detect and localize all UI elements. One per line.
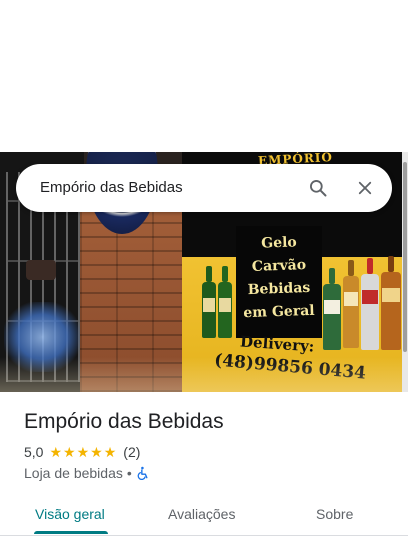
- bottle-whisky: [343, 260, 359, 348]
- tab-bar: Visão geral Avaliações Sobre: [0, 496, 408, 536]
- panel-scrollbar[interactable]: [402, 152, 408, 392]
- rating-value: 5,0: [24, 444, 44, 460]
- search-button[interactable]: [302, 172, 334, 204]
- bottle-green: [218, 266, 232, 338]
- map-area: [0, 0, 408, 152]
- close-button[interactable]: [349, 172, 381, 204]
- category-row: Loja de bebidas •: [24, 465, 150, 481]
- star-icon: ★: [90, 444, 103, 460]
- star-icon: ★: [103, 444, 117, 460]
- search-icon: [310, 180, 327, 197]
- sign-line: Carvão: [251, 257, 307, 275]
- bottle-gin: [323, 268, 341, 350]
- photo-light: [0, 357, 402, 392]
- sign-line: Gelo: [260, 234, 298, 252]
- search-input[interactable]: Empório das Bebidas: [40, 179, 183, 196]
- tab-about[interactable]: Sobre: [316, 506, 353, 522]
- place-category[interactable]: Loja de bebidas: [24, 465, 123, 481]
- separator-dot: •: [126, 465, 132, 481]
- sign-lines: Gelo Carvão Bebidas em Geral: [236, 232, 322, 324]
- search-box[interactable]: Empório das Bebidas: [16, 164, 392, 212]
- active-tab-indicator: [34, 531, 108, 534]
- bottle-rum: [381, 256, 401, 350]
- rating-row[interactable]: 5,0 ★ ★ ★ ★ ★ (2): [24, 444, 140, 460]
- photo-lamp: [26, 260, 56, 280]
- star-icon: ★: [76, 444, 90, 460]
- sign-line: Bebidas: [247, 279, 311, 299]
- bottle-vodka: [361, 258, 379, 350]
- scrollbar-thumb[interactable]: [403, 162, 407, 352]
- star-icon: ★: [63, 444, 76, 460]
- tab-overview[interactable]: Visão geral: [35, 506, 105, 522]
- tab-reviews[interactable]: Avaliações: [168, 506, 235, 522]
- review-count[interactable]: (2): [123, 444, 140, 460]
- wheelchair-icon: [137, 466, 148, 480]
- sign-line: em Geral: [243, 302, 315, 322]
- bottle-green: [202, 266, 216, 338]
- rating-stars: ★ ★ ★ ★ ★: [49, 445, 117, 459]
- place-title: Empório das Bebidas: [24, 410, 224, 433]
- close-icon: [358, 181, 372, 195]
- star-icon: ★: [49, 444, 63, 460]
